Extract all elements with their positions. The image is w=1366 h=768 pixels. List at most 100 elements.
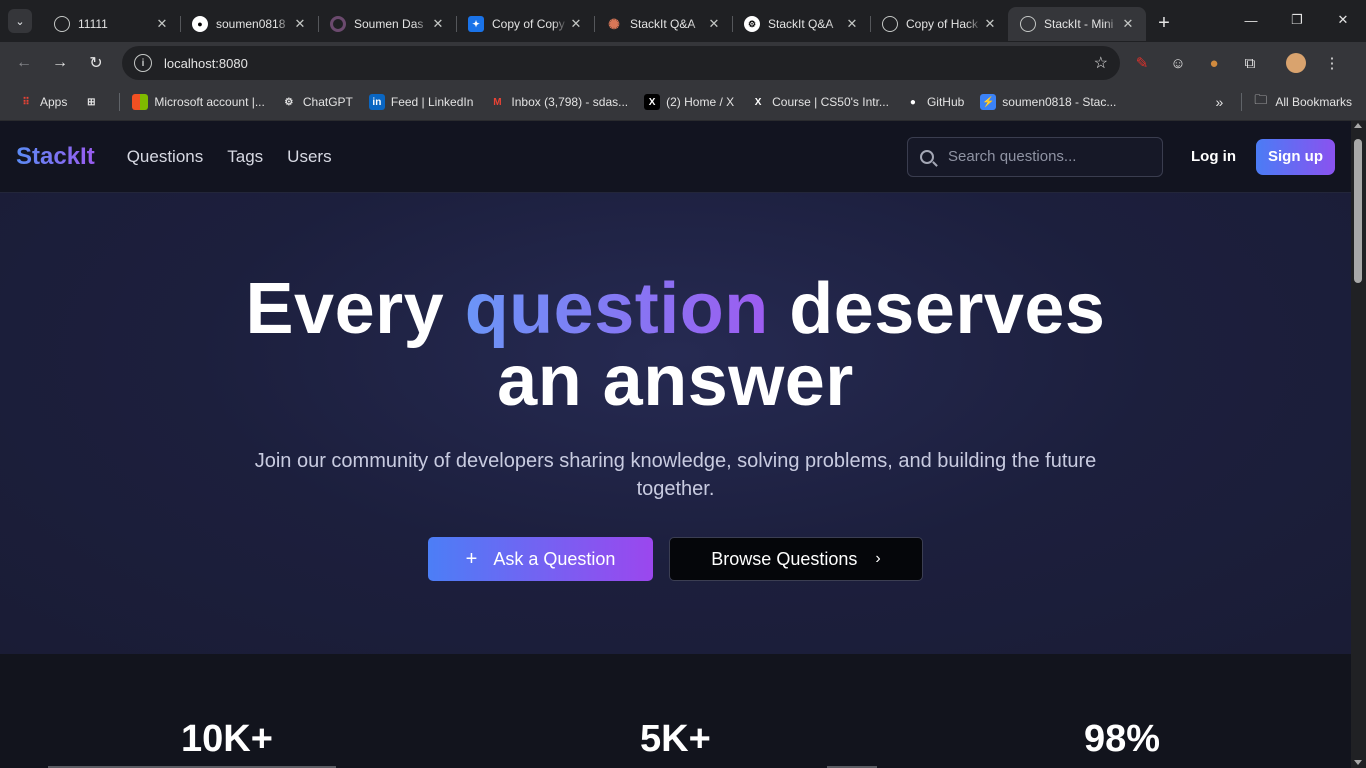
close-icon[interactable]: ✕ — [568, 16, 584, 32]
bookmark-x[interactable]: X (2) Home / X — [644, 94, 734, 110]
close-icon[interactable]: ✕ — [430, 16, 446, 32]
bookmarks-overflow: » 🗀 All Bookmarks — [1216, 91, 1366, 113]
cookie-extension-icon[interactable]: ● — [1200, 49, 1228, 77]
close-icon[interactable]: ✕ — [154, 16, 170, 32]
new-tab-button[interactable]: + — [1150, 9, 1178, 37]
chevron-right-double-icon[interactable]: » — [1216, 94, 1224, 110]
ask-question-label: Ask a Question — [493, 548, 616, 569]
bookmark-label: Microsoft account |... — [154, 95, 265, 109]
restore-icon[interactable]: ❐ — [1274, 0, 1320, 40]
claude-icon: ✺ — [608, 15, 620, 32]
bookmark-apps[interactable]: ⠿ Apps — [18, 94, 67, 110]
forward-arrow-icon[interactable]: → — [46, 49, 74, 77]
all-bookmarks-link[interactable]: All Bookmarks — [1275, 95, 1352, 109]
browser-tab-active[interactable]: StackIt - Mini ✕ — [1008, 7, 1146, 41]
ask-question-button[interactable]: + Ask a Question — [428, 537, 653, 581]
github-icon: ● — [909, 96, 916, 108]
browse-questions-label: Browse Questions — [711, 548, 858, 569]
bookmark-label: Inbox (3,798) - sdas... — [511, 95, 629, 109]
bookmark-grid[interactable]: ⊞ — [83, 94, 105, 110]
openai-icon: ⚙ — [744, 16, 760, 32]
tab-title: 11111 — [78, 17, 108, 31]
bookmark-star-icon[interactable]: ☆ — [1094, 53, 1108, 73]
hero-title: Every question deserves an answer — [0, 273, 1351, 417]
bookmark-label: (2) Home / X — [666, 95, 735, 109]
browser-tab[interactable]: ✺ StackIt Q&A ✕ — [594, 7, 732, 41]
scroll-up-arrow-icon[interactable] — [1354, 123, 1362, 128]
page-viewport: StackIt Questions Tags Users Search ques… — [0, 121, 1366, 768]
menu-kebab-icon[interactable]: ⋮ — [1318, 49, 1346, 77]
close-icon[interactable]: ✕ — [982, 16, 998, 32]
profile-avatar[interactable] — [1282, 49, 1310, 77]
x-icon: X — [644, 94, 661, 110]
bookmark-chatgpt[interactable]: ⚙ ChatGPT — [281, 94, 353, 110]
bookmark-linkedin[interactable]: in Feed | LinkedIn — [368, 94, 474, 110]
tab-search-button[interactable]: ⌄ — [8, 9, 32, 33]
divider — [1241, 93, 1243, 111]
gmail-icon: M — [493, 96, 502, 108]
tab-title: StackIt Q&A — [768, 17, 834, 31]
bookmark-label: soumen0818 - Stac... — [1002, 95, 1117, 109]
close-icon[interactable]: ✕ — [844, 16, 860, 32]
browser-toolbar: ← → ↻ i localhost:8080 ☆ ✎ ☺ ● ⧉ ⋮ — [0, 42, 1366, 84]
close-window-icon[interactable]: ✕ — [1320, 0, 1366, 40]
close-icon[interactable]: ✕ — [706, 16, 722, 32]
close-icon[interactable]: ✕ — [292, 16, 308, 32]
bookmark-github[interactable]: ● GitHub — [905, 94, 964, 110]
bookmark-gmail[interactable]: M Inbox (3,798) - sdas... — [489, 94, 628, 110]
avatar-extension-icon[interactable]: ☺ — [1164, 49, 1192, 77]
bolt-icon: ⚡ — [980, 94, 997, 110]
scroll-down-arrow-icon[interactable] — [1354, 760, 1362, 765]
nav-questions[interactable]: Questions — [127, 147, 204, 167]
tab-title: Copy of Copy — [492, 17, 565, 31]
browser-tab[interactable]: Copy of Hack ✕ — [870, 7, 1008, 41]
close-icon[interactable]: ✕ — [1120, 16, 1136, 32]
address-bar[interactable]: i localhost:8080 ☆ — [122, 46, 1120, 80]
puzzle-extensions-icon[interactable]: ⧉ — [1236, 49, 1264, 77]
tab-title: StackIt - Mini — [1044, 17, 1114, 31]
globe-icon — [54, 16, 70, 32]
page-scrollbar[interactable] — [1351, 121, 1366, 768]
bookmark-label: GitHub — [926, 95, 965, 109]
tab-title: soumen0818 — [216, 17, 286, 31]
search-input[interactable]: Search questions... — [907, 136, 1163, 177]
butterfly-icon: ✦ — [468, 16, 484, 32]
nav-users[interactable]: Users — [287, 147, 331, 167]
nav-tags[interactable]: Tags — [227, 147, 263, 167]
microsoft-icon — [132, 94, 149, 110]
site-info-icon[interactable]: i — [134, 54, 152, 72]
plus-icon: + — [465, 547, 478, 570]
bookmark-label: Feed | LinkedIn — [390, 95, 474, 109]
window-controls: — ❐ ✕ — [1228, 0, 1366, 40]
hero-title-part: deserves — [768, 269, 1106, 349]
bookmark-microsoft[interactable]: Microsoft account |... — [132, 94, 265, 110]
bookmark-label: Course | CS50's Intr... — [772, 95, 889, 109]
login-button[interactable]: Log in — [1191, 148, 1236, 165]
divider — [119, 93, 121, 111]
url-text[interactable]: localhost:8080 — [164, 56, 1094, 71]
signup-button[interactable]: Sign up — [1256, 138, 1335, 175]
browse-questions-button[interactable]: Browse Questions › — [669, 537, 923, 581]
folder-icon[interactable]: 🗀 — [1254, 91, 1267, 113]
scrollbar-thumb[interactable] — [1354, 139, 1362, 283]
tab-title: Copy of Hack — [906, 17, 979, 31]
back-arrow-icon[interactable]: ← — [10, 49, 38, 77]
tab-strip: ⌄ 11111 ✕ ● soumen0818 ✕ Soumen Das ✕ ✦ … — [0, 0, 1366, 42]
browser-tab[interactable]: Soumen Das ✕ — [318, 7, 456, 41]
reload-icon[interactable]: ↻ — [82, 49, 110, 77]
browser-tab[interactable]: ⚙ StackIt Q&A ✕ — [732, 7, 870, 41]
hero-title-highlight: question — [464, 269, 769, 349]
github-icon: ● — [192, 16, 208, 32]
search-placeholder: Search questions... — [948, 148, 1077, 165]
browser-tab[interactable]: ● soumen0818 ✕ — [180, 7, 318, 41]
bookmark-stackit[interactable]: ⚡ soumen0818 - Stac... — [980, 94, 1116, 110]
browser-tab[interactable]: ✦ Copy of Copy ✕ — [456, 7, 594, 41]
bookmark-label: ChatGPT — [302, 95, 353, 109]
minimize-icon[interactable]: — — [1228, 0, 1274, 40]
site-logo[interactable]: StackIt — [16, 143, 95, 171]
pen-extension-icon[interactable]: ✎ — [1128, 49, 1156, 77]
browser-tab[interactable]: 11111 ✕ — [42, 7, 180, 41]
hero-section: Every question deserves an answer Join o… — [0, 193, 1351, 654]
bookmark-cs50[interactable]: X Course | CS50's Intr... — [750, 94, 889, 110]
hero-title-part: Every — [245, 269, 465, 349]
